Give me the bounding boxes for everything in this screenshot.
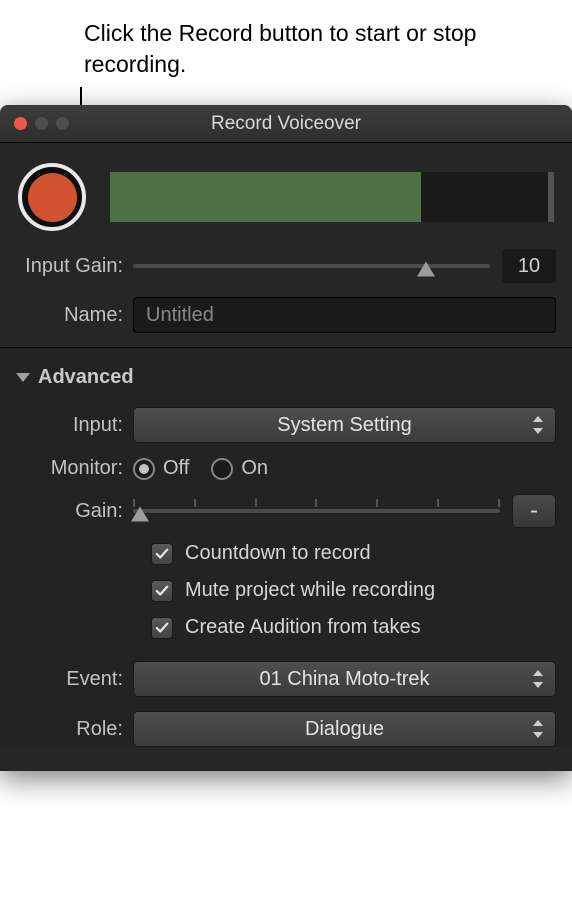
- name-row: Name: Untitled: [16, 297, 556, 333]
- input-gain-row: Input Gain: 10: [16, 249, 556, 283]
- role-select-value: Dialogue: [305, 718, 384, 741]
- event-select[interactable]: 01 China Moto-trek: [133, 661, 556, 697]
- audition-label: Create Audition from takes: [185, 616, 421, 639]
- monitor-row: Monitor: Off On: [16, 457, 556, 480]
- monitor-label: Monitor:: [16, 457, 133, 480]
- event-select-value: 01 China Moto-trek: [259, 668, 429, 691]
- input-select-value: System Setting: [277, 414, 412, 437]
- gain-label: Gain:: [16, 500, 133, 523]
- gain-row: Gain: -: [16, 494, 556, 528]
- role-row: Role: Dialogue: [16, 711, 556, 747]
- gain-slider[interactable]: [133, 499, 500, 523]
- audio-level-meter: [110, 172, 554, 222]
- level-peak: [548, 172, 554, 222]
- maximize-icon[interactable]: [56, 117, 69, 130]
- input-row: Input: System Setting: [16, 407, 556, 443]
- minimize-icon[interactable]: [35, 117, 48, 130]
- select-arrows-icon: [533, 720, 545, 738]
- monitor-off-label: Off: [163, 457, 189, 480]
- callout-text: Click the Record button to start or stop…: [84, 18, 572, 80]
- input-gain-label: Input Gain:: [16, 255, 133, 278]
- monitor-on-label: On: [241, 457, 268, 480]
- radio-icon: [133, 458, 155, 480]
- slider-thumb[interactable]: [417, 262, 435, 277]
- mute-label: Mute project while recording: [185, 579, 435, 602]
- name-input[interactable]: Untitled: [133, 297, 556, 333]
- close-icon[interactable]: [14, 117, 27, 130]
- check-icon: [151, 543, 173, 565]
- select-arrows-icon: [533, 416, 545, 434]
- chevron-down-icon: [16, 373, 30, 382]
- advanced-label: Advanced: [38, 366, 134, 389]
- mute-checkbox[interactable]: Mute project while recording: [151, 579, 556, 602]
- audition-checkbox[interactable]: Create Audition from takes: [151, 616, 556, 639]
- input-gain-value[interactable]: 10: [502, 249, 556, 283]
- role-select[interactable]: Dialogue: [133, 711, 556, 747]
- select-arrows-icon: [533, 670, 545, 688]
- advanced-section: Advanced Input: System Setting Monitor: …: [0, 347, 572, 747]
- record-voiceover-window: Record Voiceover Input Gain: 10 Name: [0, 105, 572, 771]
- input-gain-slider[interactable]: [133, 254, 490, 278]
- monitor-on-radio[interactable]: On: [211, 457, 268, 480]
- countdown-checkbox[interactable]: Countdown to record: [151, 542, 556, 565]
- record-icon: [28, 173, 77, 222]
- radio-icon: [211, 458, 233, 480]
- check-icon: [151, 617, 173, 639]
- options-group: Countdown to record Mute project while r…: [151, 542, 556, 639]
- gain-value-stepper[interactable]: -: [512, 494, 556, 528]
- monitor-off-radio[interactable]: Off: [133, 457, 189, 480]
- advanced-disclosure[interactable]: Advanced: [16, 366, 556, 389]
- event-label: Event:: [16, 668, 133, 691]
- window-controls: [14, 117, 69, 130]
- level-fill: [110, 172, 421, 222]
- input-label: Input:: [16, 414, 133, 437]
- record-button[interactable]: [18, 163, 86, 231]
- name-label: Name:: [16, 304, 133, 327]
- input-select[interactable]: System Setting: [133, 407, 556, 443]
- window-title: Record Voiceover: [0, 113, 572, 135]
- role-label: Role:: [16, 718, 133, 741]
- window-content: Input Gain: 10 Name: Untitled Advanced I…: [0, 143, 572, 771]
- titlebar: Record Voiceover: [0, 105, 572, 143]
- check-icon: [151, 580, 173, 602]
- countdown-label: Countdown to record: [185, 542, 371, 565]
- slider-thumb[interactable]: [131, 507, 149, 522]
- event-row: Event: 01 China Moto-trek: [16, 661, 556, 697]
